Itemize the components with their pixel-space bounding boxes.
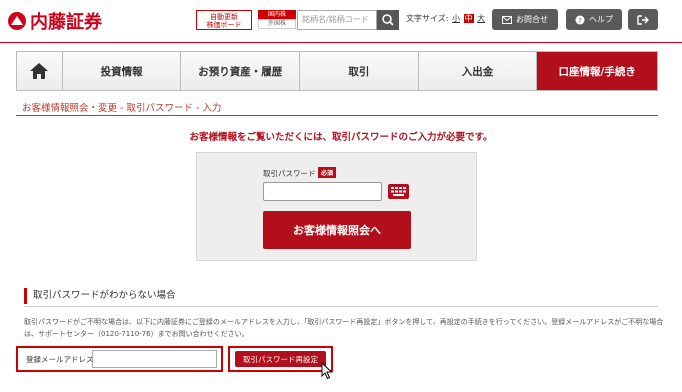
breadcrumb: お客様情報照会・変更 - 取引パスワード - 入力 bbox=[22, 103, 222, 114]
help-label: ヘルプ bbox=[589, 15, 613, 24]
password-label: 取引パスワード bbox=[263, 169, 316, 178]
help-button[interactable]: ? ヘルプ bbox=[566, 9, 622, 30]
reset-password-button[interactable]: 取引パスワード再設定 bbox=[235, 351, 326, 367]
password-form: 取引パスワード 必須 お客様情報照会へ bbox=[196, 152, 477, 261]
stock-search-input[interactable]: 銘柄名/銘柄コード bbox=[297, 10, 377, 30]
font-size-large[interactable]: 大 bbox=[477, 14, 485, 23]
auto-update-board-button[interactable]: 自動更新 株価ボード bbox=[196, 10, 252, 30]
search-icon bbox=[382, 14, 394, 26]
mouse-cursor-icon bbox=[321, 362, 333, 380]
contact-button[interactable]: お問合せ bbox=[492, 9, 558, 30]
nav-account-info[interactable]: 口座情報/手続き bbox=[537, 52, 657, 90]
logout-button[interactable] bbox=[628, 9, 658, 30]
email-field[interactable] bbox=[92, 350, 217, 368]
market-switch[interactable]: 国内株 外国株 bbox=[258, 10, 296, 30]
nav-trade[interactable]: 取引 bbox=[300, 52, 419, 90]
logo[interactable]: 内藤証券 bbox=[6, 8, 102, 34]
logout-icon bbox=[637, 14, 649, 25]
view-customer-info-button[interactable]: お客様情報照会へ bbox=[263, 211, 411, 249]
mail-icon bbox=[502, 15, 512, 24]
header: 内藤証券 自動更新 株価ボード 国内株 外国株 銘柄名/銘柄コード 文字サイズ:… bbox=[0, 0, 682, 38]
market-domestic-option[interactable]: 国内株 bbox=[258, 10, 296, 19]
font-size-control: 文字サイズ: 小 中 大 bbox=[406, 13, 485, 24]
nav-assets-history[interactable]: お預り資産・履歴 bbox=[181, 52, 301, 90]
keyboard-icon bbox=[391, 187, 406, 196]
main-nav: 投資情報 お預り資産・履歴 取引 入出金 口座情報/手続き bbox=[16, 51, 658, 91]
software-keyboard-button[interactable] bbox=[388, 184, 409, 199]
font-size-medium[interactable]: 中 bbox=[463, 14, 474, 23]
logo-mark-icon bbox=[8, 12, 26, 30]
search-button[interactable] bbox=[377, 10, 399, 30]
font-size-label: 文字サイズ: bbox=[406, 14, 449, 23]
home-icon bbox=[30, 63, 49, 79]
section-divider bbox=[24, 306, 658, 307]
nav-deposit-withdraw[interactable]: 入出金 bbox=[418, 52, 538, 90]
required-badge: 必須 bbox=[318, 167, 337, 178]
nav-investment-info[interactable]: 投資情報 bbox=[62, 52, 182, 90]
forgot-password-description: 取引パスワードがご不明な場合は、以下に内藤証券にご登録のメールアドレスを入力し、… bbox=[24, 318, 664, 338]
svg-text:?: ? bbox=[578, 17, 582, 25]
reset-button-group: 取引パスワード再設定 bbox=[228, 346, 333, 372]
password-input[interactable] bbox=[263, 182, 382, 201]
font-size-small[interactable]: 小 bbox=[452, 14, 460, 23]
email-field-group: 登録メールアドレス bbox=[16, 346, 223, 372]
email-label: 登録メールアドレス bbox=[26, 355, 94, 364]
forgot-password-heading: 取引パスワードがわからない場合 bbox=[24, 288, 176, 304]
breadcrumb-divider bbox=[16, 115, 658, 116]
logo-text: 内藤証券 bbox=[30, 12, 102, 33]
nav-home[interactable] bbox=[17, 52, 63, 90]
header-divider bbox=[0, 42, 682, 43]
contact-label: お問合せ bbox=[516, 15, 548, 24]
market-foreign-option[interactable]: 外国株 bbox=[258, 19, 296, 29]
help-icon: ? bbox=[575, 15, 585, 25]
password-notice: お客様情報をご覧いただくには、取引パスワードのご入力が必要です。 bbox=[189, 132, 493, 143]
auto-update-label: 自動更新 株価ボード bbox=[206, 13, 242, 29]
